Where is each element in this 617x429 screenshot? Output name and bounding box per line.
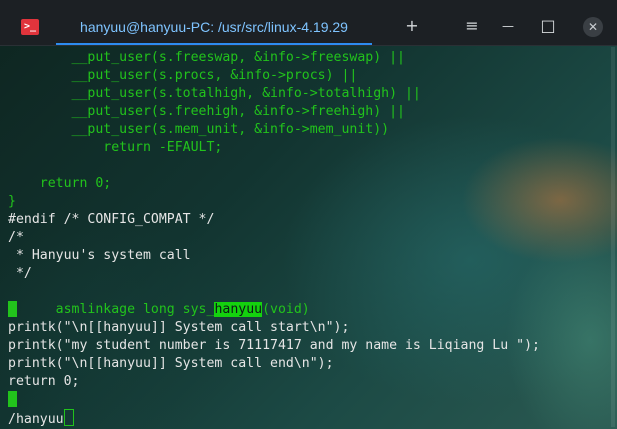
line-marker: [8, 391, 17, 407]
close-button[interactable]: ✕: [583, 17, 603, 37]
active-tab-indicator: [56, 43, 372, 45]
title-bar: >_ hanyuu@hanyuu-PC: /usr/src/linux-4.19…: [0, 0, 617, 46]
code-line: * Hanyuu's system call: [8, 248, 191, 263]
code-line: printk("my student number is 71117417 an…: [8, 338, 540, 353]
tab-terminal[interactable]: hanyuu@hanyuu-PC: /usr/src/linux-4.19.29: [56, 10, 372, 45]
code-line: /*: [8, 230, 24, 245]
minimize-icon: —: [502, 19, 514, 33]
close-icon: ✕: [587, 20, 599, 34]
code-text: (void): [262, 302, 310, 317]
code-line: #endif /* CONFIG_COMPAT */: [8, 212, 215, 227]
code-line: return -EFAULT;: [8, 140, 223, 155]
code-line: asmlinkage long sys_hanyuu(void): [8, 283, 310, 317]
maximize-icon: □: [540, 16, 556, 35]
code-line: printk("\n[[hanyuu]] System call start\n…: [8, 320, 350, 335]
code-line: __put_user(s.mem_unit, &info->mem_unit)): [8, 122, 390, 137]
terminal-output[interactable]: __put_user(s.freeswap, &info->freeswap) …: [0, 47, 617, 429]
line-marker: [8, 301, 17, 317]
text-cursor: [63, 409, 74, 426]
search-prompt-line[interactable]: /hanyuu: [8, 409, 74, 427]
scrollbar[interactable]: [611, 47, 615, 427]
code-line: __put_user(s.freehigh, &info->freehigh) …: [8, 104, 405, 119]
code-line: printk("\n[[hanyuu]] System call end\n")…: [8, 356, 334, 371]
new-tab-button[interactable]: +: [400, 14, 424, 38]
search-match-highlight: hanyuu: [214, 302, 263, 317]
code-line: __put_user(s.freeswap, &info->freeswap) …: [8, 50, 405, 65]
minimize-button[interactable]: —: [496, 14, 520, 38]
menu-icon: ≡: [465, 16, 479, 35]
code-line: [8, 391, 17, 409]
code-line: */: [8, 266, 32, 281]
code-line: __put_user(s.totalhigh, &info->totalhigh…: [8, 86, 421, 101]
terminal-app-icon: >_: [21, 19, 39, 35]
code-line: [8, 301, 17, 319]
menu-button[interactable]: ≡: [460, 14, 484, 38]
tab-title: hanyuu@hanyuu-PC: /usr/src/linux-4.19.29: [80, 19, 348, 35]
code-text: asmlinkage long sys_: [55, 302, 215, 317]
code-line: __put_user(s.procs, &info->procs) ||: [8, 68, 358, 83]
terminal-window: >_ hanyuu@hanyuu-PC: /usr/src/linux-4.19…: [0, 0, 617, 429]
code-line: return 0;: [8, 374, 80, 389]
maximize-button[interactable]: □: [536, 14, 560, 38]
search-prompt: /hanyuu: [8, 412, 64, 427]
code-line: return 0;: [8, 176, 112, 191]
code-line: }: [8, 194, 16, 209]
plus-icon: +: [405, 16, 419, 35]
